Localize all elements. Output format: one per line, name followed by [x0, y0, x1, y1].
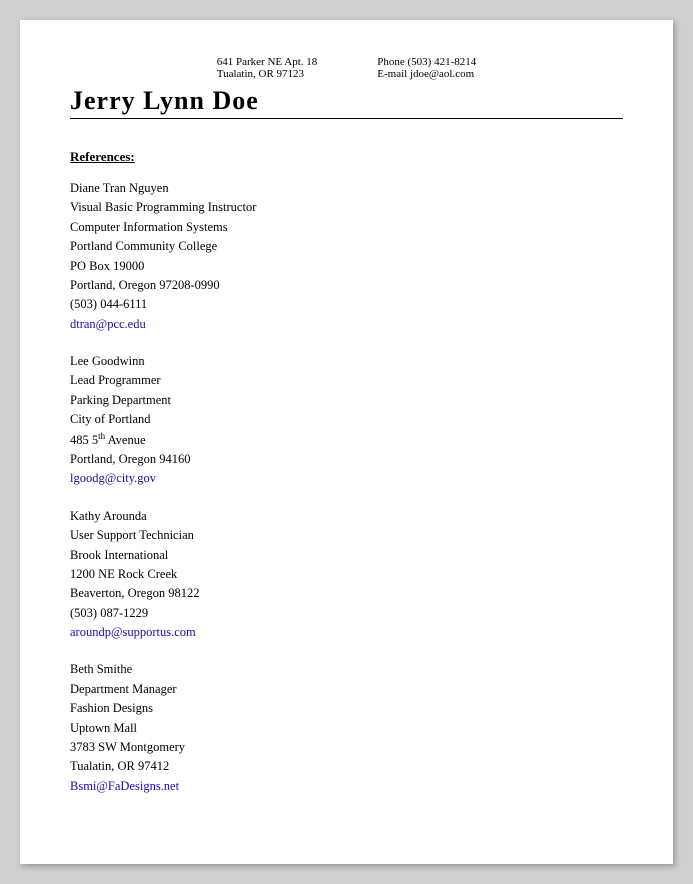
- ref4-title: Department Manager: [70, 680, 623, 699]
- ref4-email-link[interactable]: Bsmi@FaDesigns.net: [70, 779, 179, 793]
- ref1-address2: Portland, Oregon 97208-0990: [70, 276, 623, 295]
- address-line2: Tualatin, OR 97123: [217, 68, 304, 80]
- address-block: 641 Parker NE Apt. 18 Tualatin, OR 97123: [217, 56, 318, 80]
- ref3-address1: 1200 NE Rock Creek: [70, 565, 623, 584]
- ref2-name: Lee Goodwinn: [70, 352, 623, 371]
- ref1-email: dtran@pcc.edu: [70, 315, 623, 334]
- reference-entry: Beth Smithe Department Manager Fashion D…: [70, 660, 623, 796]
- ref3-address2: Beaverton, Oregon 98122: [70, 584, 623, 603]
- ref2-org: City of Portland: [70, 410, 623, 429]
- reference-entry: Lee Goodwinn Lead Programmer Parking Dep…: [70, 352, 623, 489]
- ref3-name: Kathy Arounda: [70, 507, 623, 526]
- ref3-email: aroundp@supportus.com: [70, 623, 623, 642]
- name-divider: [70, 118, 623, 119]
- reference-entry: Kathy Arounda User Support Technician Br…: [70, 507, 623, 643]
- ref3-email-link[interactable]: aroundp@supportus.com: [70, 625, 196, 639]
- resume-page: 641 Parker NE Apt. 18 Tualatin, OR 97123…: [20, 20, 673, 864]
- ref1-phone: (503) 044-6111: [70, 295, 623, 314]
- superscript-th: th: [98, 431, 105, 441]
- phone-label: Phone (503) 421-8214: [377, 56, 476, 68]
- ref4-dept: Fashion Designs: [70, 699, 623, 718]
- ref2-email-link[interactable]: lgoodg@city.gov: [70, 471, 156, 485]
- ref1-email-link[interactable]: dtran@pcc.edu: [70, 317, 146, 331]
- references-label: References:: [70, 149, 623, 165]
- ref4-name: Beth Smithe: [70, 660, 623, 679]
- email-label: E-mail jdoe@aol.com: [377, 68, 474, 80]
- ref2-email: lgoodg@city.gov: [70, 469, 623, 488]
- ref3-title: User Support Technician: [70, 526, 623, 545]
- contact-block: Phone (503) 421-8214 E-mail jdoe@aol.com: [377, 56, 476, 80]
- ref1-address1: PO Box 19000: [70, 257, 623, 276]
- ref1-name: Diane Tran Nguyen: [70, 179, 623, 198]
- ref3-dept: Brook International: [70, 546, 623, 565]
- applicant-name: Jerry Lynn Doe: [70, 86, 623, 116]
- ref2-dept: Parking Department: [70, 391, 623, 410]
- references-section: References: Diane Tran Nguyen Visual Bas…: [70, 149, 623, 796]
- ref1-title: Visual Basic Programming Instructor: [70, 198, 623, 217]
- ref1-dept: Computer Information Systems: [70, 218, 623, 237]
- ref2-address2: Portland, Oregon 94160: [70, 450, 623, 469]
- header-address-row: 641 Parker NE Apt. 18 Tualatin, OR 97123…: [70, 56, 623, 80]
- ref2-title: Lead Programmer: [70, 371, 623, 390]
- ref3-phone: (503) 087-1229: [70, 604, 623, 623]
- ref4-org: Uptown Mall: [70, 719, 623, 738]
- ref4-address1: 3783 SW Montgomery: [70, 738, 623, 757]
- reference-entry: Diane Tran Nguyen Visual Basic Programmi…: [70, 179, 623, 334]
- address-line1: 641 Parker NE Apt. 18: [217, 56, 318, 68]
- ref2-address1: 485 5th Avenue: [70, 430, 623, 451]
- ref4-email: Bsmi@FaDesigns.net: [70, 777, 623, 796]
- ref1-org: Portland Community College: [70, 237, 623, 256]
- ref4-address2: Tualatin, OR 97412: [70, 757, 623, 776]
